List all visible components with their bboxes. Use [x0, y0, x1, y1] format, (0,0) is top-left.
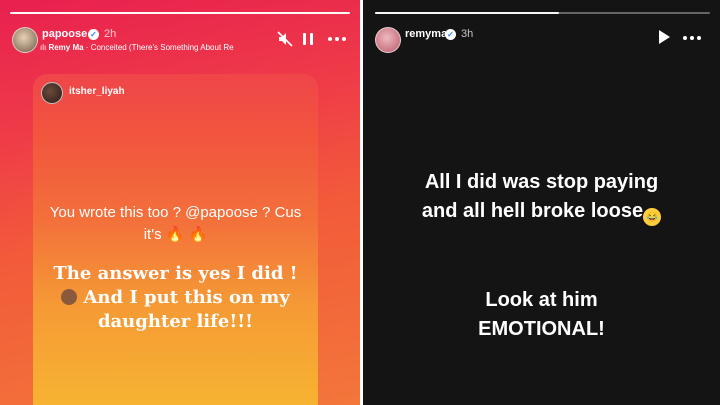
story-text-block-1: All I did was stop paying and all hell b… — [363, 168, 720, 226]
story-time: 3h — [461, 28, 474, 40]
fire-emoji: 🔥 — [165, 226, 185, 243]
answer-line2: And I put this on my — [77, 287, 290, 308]
play-icon[interactable] — [659, 30, 671, 44]
fire-emoji: 🔥 — [188, 226, 208, 243]
shared-post-card[interactable]: itsher_liyah You wrote this too ? @papoo… — [33, 74, 318, 405]
story-username[interactable]: papoose — [42, 28, 87, 40]
shared-post-answer: The answer is yes I did ! And I put this… — [33, 262, 318, 334]
story-time: 2h — [104, 28, 117, 40]
question-line2: it's — [143, 226, 162, 243]
verified-badge-icon: ✓ — [88, 29, 99, 40]
story-text-line: All I did was stop paying — [424, 171, 659, 193]
story-progress-bar — [10, 12, 350, 14]
music-attribution[interactable]: ılı Remy Ma · Conceited (There's Somethi… — [40, 43, 275, 55]
more-horizontal-icon[interactable] — [328, 37, 346, 41]
shared-post-username[interactable]: itsher_liyah — [69, 86, 125, 97]
story-username[interactable]: remyma — [405, 28, 447, 40]
avatar[interactable] — [375, 27, 401, 53]
story-text-block-2: Look at him EMOTIONAL! — [363, 286, 720, 344]
story-text-line: EMOTIONAL! — [478, 318, 605, 340]
question-text: You wrote this too ? — [49, 204, 186, 221]
answer-line1: The answer is yes I did ! — [53, 263, 298, 284]
person-shrugging-emoji — [61, 289, 78, 305]
story-text-line: and all hell broke loose — [421, 200, 644, 222]
music-artist: Remy Ma — [48, 43, 84, 52]
music-separator: · — [83, 43, 91, 52]
laughing-emoji: 😂 — [643, 208, 662, 226]
shared-post-question: You wrote this too ? @papoose ? Cus it's… — [33, 202, 318, 246]
more-horizontal-icon[interactable] — [683, 36, 701, 40]
story-papoose[interactable]: papoose ✓ 2h ılı Remy Ma · Conceited (Th… — [0, 0, 360, 405]
story-text-line: Look at him — [485, 289, 598, 311]
story-progress-bar — [375, 12, 710, 14]
story-progress-fill — [10, 12, 350, 14]
question-mention[interactable]: @papoose — [185, 204, 258, 221]
avatar[interactable] — [12, 27, 38, 53]
speaker-muted-icon[interactable] — [277, 31, 293, 47]
story-remyma[interactable]: remyma ✓ 3h All I did was stop paying an… — [363, 0, 720, 405]
shared-post-avatar[interactable] — [41, 82, 63, 104]
answer-line3: daughter life!!! — [97, 311, 254, 332]
question-text-cont: ? Cus — [257, 204, 302, 221]
music-title: Conceited (There's Something About Re — [90, 43, 234, 52]
pause-icon[interactable] — [303, 33, 314, 45]
verified-badge-icon: ✓ — [445, 29, 456, 40]
story-progress-fill — [375, 12, 560, 14]
